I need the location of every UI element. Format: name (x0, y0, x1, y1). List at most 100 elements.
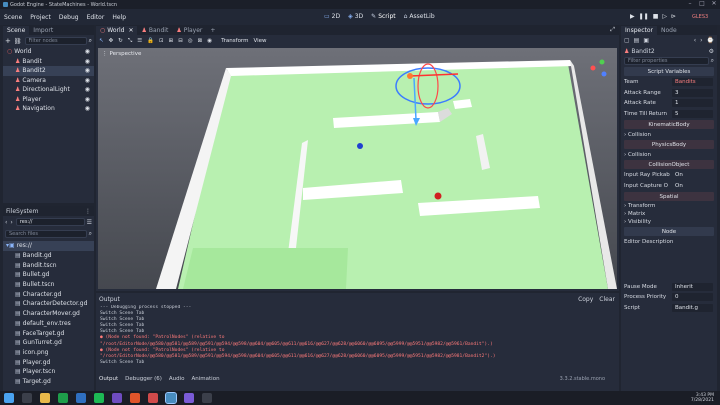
maximize-icon[interactable]: □ (696, 0, 708, 9)
visibility-icon[interactable]: ◉ (85, 48, 94, 55)
group-transform[interactable]: › Transform (621, 202, 717, 210)
menu-project[interactable]: Project (26, 14, 55, 21)
file-item[interactable]: ▾▣ res:// (3, 241, 94, 251)
file-explorer-icon[interactable] (40, 393, 50, 403)
file-item[interactable]: ▤ Bullet.tscn (3, 280, 94, 290)
3d-viewport[interactable]: ⋮ Perspective (98, 48, 617, 289)
search-icon[interactable] (22, 393, 32, 403)
section-physics-body[interactable]: PhysicsBody (624, 140, 714, 149)
scene-tree-item[interactable]: ♟ Camera ◉ (3, 76, 94, 86)
group-visibility[interactable]: › Visibility (621, 218, 717, 226)
prop-input-capture-value[interactable]: On (672, 182, 713, 190)
file-item[interactable]: ▤ Bullet.gd (3, 270, 94, 280)
file-item[interactable]: ▤ Character.gd (3, 289, 94, 299)
tab-inspector[interactable]: Inspector (621, 26, 657, 35)
menu-scene[interactable]: Scene (0, 14, 26, 21)
scale-tool-icon[interactable]: ⤡ (128, 38, 132, 45)
windows-start-icon[interactable] (4, 393, 14, 403)
file-item[interactable]: ▤ default_env.tres (3, 319, 94, 329)
tab-node[interactable]: Node (657, 26, 681, 35)
scene-tree-item[interactable]: ♟ Player ◉ (3, 95, 94, 105)
visibility-icon[interactable]: ◉ (85, 96, 94, 103)
file-item[interactable]: ▤ Bandit.gd (3, 251, 94, 261)
visibility-icon[interactable]: ◉ (85, 67, 94, 74)
prop-input-ray-value[interactable]: On (672, 171, 713, 179)
visibility-icon[interactable]: ◉ (85, 77, 94, 84)
section-kinematic-body[interactable]: KinematicBody (624, 120, 714, 129)
scene-tree-item[interactable]: ♟ DirectionalLight ◉ (3, 85, 94, 95)
prop-team-value[interactable]: Bandits (672, 78, 713, 87)
lock-icon[interactable]: 🔒 (147, 38, 154, 44)
tab-audio[interactable]: Audio (169, 376, 185, 382)
stop-icon[interactable]: ■ (651, 13, 661, 20)
close-icon[interactable]: ✕ (708, 0, 720, 9)
tab-scene[interactable]: Scene (3, 26, 30, 35)
file-item[interactable]: ▤ FaceTarget.gd (3, 328, 94, 338)
scene-tree-item[interactable]: ♟ Bandit2 ◉ (3, 66, 94, 76)
visibility-icon[interactable]: ◉ (85, 58, 94, 65)
prop-process-priority-value[interactable]: 0 (672, 293, 713, 302)
list-select-icon[interactable]: ☰ (137, 38, 142, 44)
section-node[interactable]: Node (624, 227, 714, 236)
ungroup-icon[interactable]: ⊟ (178, 38, 183, 44)
tab-import[interactable]: Import (29, 26, 57, 35)
tab-output[interactable]: Output (99, 376, 118, 382)
tab-world[interactable]: ○ World ✕ (96, 25, 138, 35)
search-icon[interactable]: ⌕ (711, 57, 714, 65)
prop-script-value[interactable]: Bandit.g (672, 303, 713, 312)
snap-icon[interactable]: ⊠ (198, 38, 203, 44)
section-collision-object[interactable]: CollisionObject (624, 160, 714, 169)
minimize-icon[interactable]: – (684, 0, 696, 9)
forward-icon[interactable]: › (10, 219, 12, 226)
file-item[interactable]: ▤ Player.gd (3, 357, 94, 367)
menu-debug[interactable]: Debug (55, 14, 83, 21)
group-collision[interactable]: › Collision (621, 130, 717, 139)
tab-bandit[interactable]: ♟ Bandit (137, 26, 172, 35)
file-item[interactable]: ▤ Player.tscn (3, 367, 94, 377)
add-node-icon[interactable]: + (5, 37, 11, 45)
add-tab-icon[interactable]: + (206, 26, 219, 35)
local-space-icon[interactable]: ◎ (188, 38, 193, 44)
scene-tree-item[interactable]: ♟ Navigation ◉ (3, 104, 94, 114)
menu-help[interactable]: Help (108, 14, 130, 21)
perspective-menu[interactable]: ⋮ Perspective (102, 51, 141, 57)
rotate-tool-icon[interactable]: ↻ (118, 38, 123, 44)
split-mode-icon[interactable]: ☰ (87, 219, 92, 226)
unlock-icon[interactable]: ⊡ (159, 38, 164, 44)
file-item[interactable]: ▤ GunTurret.gd (3, 338, 94, 348)
save-resource-icon[interactable]: ▣ (643, 37, 649, 44)
history-forward-icon[interactable]: › (700, 37, 702, 44)
copy-button[interactable]: Copy (578, 296, 593, 303)
distraction-free-icon[interactable]: ⤢ (610, 26, 619, 34)
play-icon[interactable]: ▶ (628, 13, 637, 20)
mode-3d-button[interactable]: ◈ 3D (344, 13, 367, 20)
file-item[interactable]: ▤ CharacterMover.gd (3, 309, 94, 319)
view-menu[interactable]: View (253, 38, 266, 44)
prop-pause-mode-value[interactable]: Inherit (672, 282, 713, 291)
prop-attack-range-value[interactable]: 3 (672, 88, 713, 97)
steam-icon[interactable] (76, 393, 86, 403)
mode-script-button[interactable]: ✎ Script (367, 13, 399, 20)
xbox-icon[interactable] (58, 393, 68, 403)
firefox-icon[interactable] (130, 393, 140, 403)
search-icon[interactable]: ⌕ (89, 230, 92, 238)
transform-menu[interactable]: Transform (221, 38, 248, 44)
link-icon[interactable]: ⛓ (14, 38, 22, 45)
pause-icon[interactable]: ❚❚ (637, 13, 651, 20)
path-field[interactable]: res:// (15, 218, 85, 226)
app-icon[interactable] (202, 393, 212, 403)
app-icon[interactable] (184, 393, 194, 403)
play-custom-icon[interactable]: ⊳ (669, 13, 678, 20)
group-icon[interactable]: ⊞ (169, 38, 174, 44)
editor-description-area[interactable] (621, 248, 717, 282)
camera-override-icon[interactable]: ◉ (207, 38, 212, 44)
group-matrix[interactable]: › Matrix (621, 210, 717, 218)
menu-editor[interactable]: Editor (83, 14, 109, 21)
filter-properties-input[interactable]: Filter properties (624, 57, 709, 65)
group-collision-2[interactable]: › Collision (621, 150, 717, 159)
history-back-icon[interactable]: ‹ (694, 37, 696, 44)
tab-animation[interactable]: Animation (192, 376, 220, 382)
tab-player[interactable]: ♟ Player (172, 26, 206, 35)
visibility-icon[interactable]: ◉ (85, 86, 94, 93)
clear-button[interactable]: Clear (599, 296, 615, 303)
